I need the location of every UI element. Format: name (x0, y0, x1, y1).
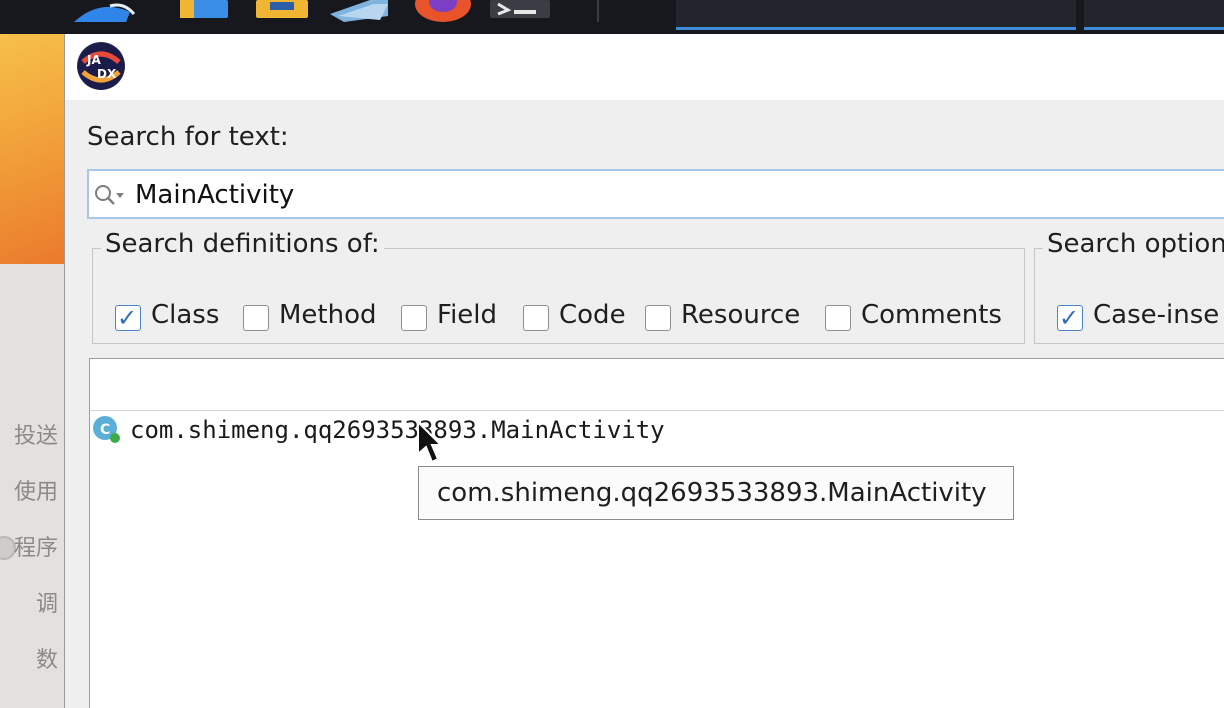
firefox-icon[interactable] (412, 0, 474, 22)
comments-checkbox[interactable]: Comments (825, 300, 1015, 339)
search-options-group: Search option ✓ Case-inse (1034, 229, 1224, 344)
resource-checkbox[interactable]: Resource (645, 300, 805, 339)
list-item[interactable]: C com.shimeng.qq2693533893.MainActivity (90, 413, 1224, 447)
taskbar-window-1[interactable] (676, 0, 1076, 30)
case-insensitive-checkbox[interactable]: ✓ Case-inse (1057, 300, 1224, 339)
checkbox-box[interactable] (243, 305, 269, 331)
side-text-5: 数 (35, 648, 58, 673)
results-header (90, 359, 1224, 411)
checkbox-box[interactable] (645, 305, 671, 331)
field-checkbox-label: Field (437, 300, 498, 330)
search-label: Search for text: (87, 122, 289, 152)
checkbox-box[interactable] (523, 305, 549, 331)
search-icon[interactable] (93, 183, 127, 207)
class-checkbox-label: Class (151, 300, 220, 330)
checkbox-box[interactable]: ✓ (1057, 304, 1083, 332)
checkbox-box[interactable] (401, 305, 427, 331)
method-checkbox-label: Method (279, 300, 377, 330)
svg-text:DX: DX (97, 67, 117, 81)
case-insensitive-label: Case-inse (1093, 300, 1220, 330)
files-icon[interactable] (330, 0, 390, 22)
search-results-list[interactable]: C com.shimeng.qq2693533893.MainActivity (89, 358, 1224, 708)
class-checkbox[interactable]: ✓ Class (115, 300, 225, 339)
result-class-name: com.shimeng.qq2693533893.MainActivity (130, 416, 665, 444)
mouse-cursor-icon (416, 419, 444, 464)
terminal-icon[interactable] (488, 0, 552, 22)
svg-text:JA: JA (86, 53, 101, 67)
comments-checkbox-label: Comments (861, 300, 1002, 330)
kali-menu-icon[interactable] (70, 0, 138, 22)
dialog-titlebar[interactable]: JA DX (65, 34, 1224, 100)
checkmark-icon: ✓ (1059, 304, 1080, 332)
taskbar-separator (597, 0, 599, 22)
text-search-dialog: JA DX Search for text: MainActivity Sear… (64, 34, 1224, 708)
file-manager-icon[interactable] (178, 0, 234, 22)
search-options-legend: Search option (1043, 229, 1224, 259)
checkbox-box[interactable] (825, 305, 851, 331)
code-checkbox[interactable]: Code (523, 300, 633, 339)
jadx-logo-icon: JA DX (77, 42, 125, 90)
tooltip-text: com.shimeng.qq2693533893.MainActivity (437, 478, 987, 508)
desktop-background: 投送 使用 程序 调 数 (0, 34, 64, 708)
search-input[interactable]: MainActivity (87, 169, 1224, 219)
tooltip: com.shimeng.qq2693533893.MainActivity (418, 466, 1014, 520)
wallpaper (0, 34, 64, 264)
background-window: 投送 使用 程序 调 数 (0, 264, 64, 708)
taskbar-window-2[interactable] (1084, 0, 1224, 30)
checkbox-box[interactable]: ✓ (115, 304, 141, 332)
side-text-3: 程序 (13, 536, 58, 561)
taskbar (0, 0, 1224, 34)
field-checkbox[interactable]: Field (401, 300, 511, 339)
save-icon[interactable] (252, 0, 312, 22)
side-text-4: 调 (35, 592, 58, 617)
code-checkbox-label: Code (559, 300, 626, 330)
search-definitions-group: Search definitions of: ✓ Class Method Fi… (92, 229, 1025, 344)
svg-text:C: C (100, 422, 110, 438)
side-text-1: 投送 (13, 424, 58, 449)
side-text-2: 使用 (13, 480, 58, 505)
search-definitions-legend: Search definitions of: (101, 229, 384, 259)
method-checkbox[interactable]: Method (243, 300, 383, 339)
search-input-value: MainActivity (135, 180, 295, 210)
resource-checkbox-label: Resource (681, 300, 801, 330)
checkmark-icon: ✓ (117, 304, 138, 332)
class-icon: C (92, 415, 122, 445)
